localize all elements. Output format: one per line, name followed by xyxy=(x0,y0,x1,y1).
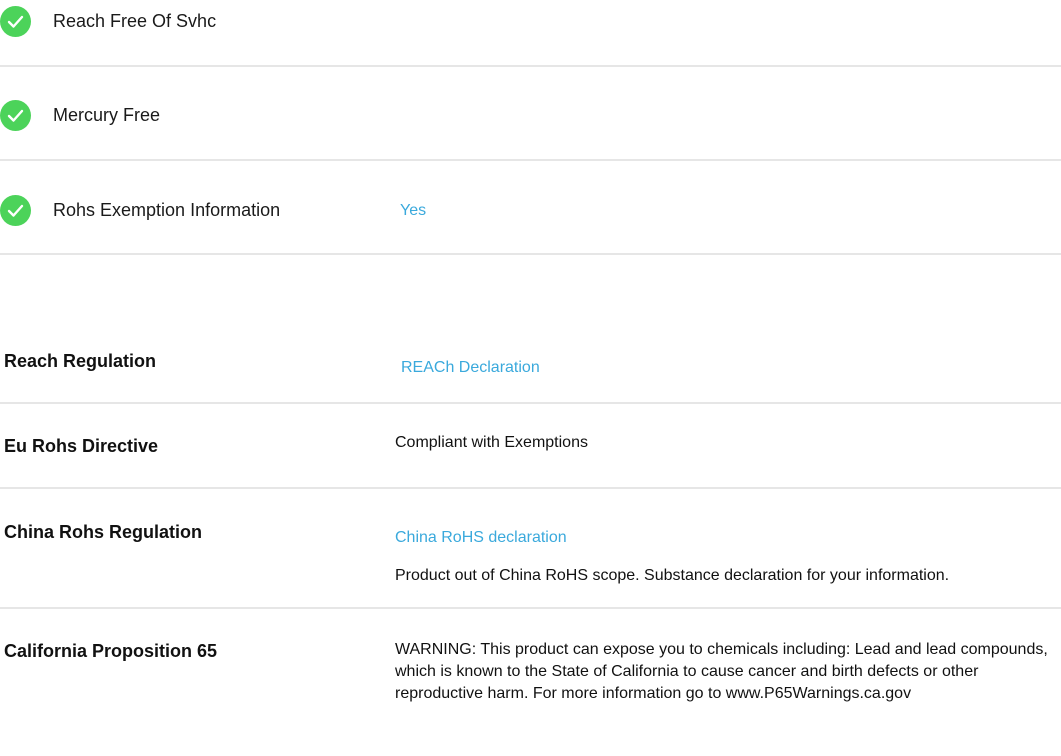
compliance-item-label: Reach Free Of Svhc xyxy=(53,11,217,31)
eu-rohs-status: Compliant with Exemptions xyxy=(395,434,588,451)
china-rohs-regulation-label: China Rohs Regulation xyxy=(4,522,202,542)
reach-regulation-label: Reach Regulation xyxy=(4,351,157,371)
divider xyxy=(0,402,1061,404)
check-circle-icon xyxy=(0,6,31,37)
compliance-page: Reach Free Of Svhc Mercury Free Rohs Exe… xyxy=(0,0,1061,756)
compliance-item-rohs-exemption-information: Rohs Exemption Information Yes xyxy=(0,195,1061,235)
compliance-item-label: Rohs Exemption Information xyxy=(53,200,281,220)
reach-declaration-link[interactable]: REACh Declaration xyxy=(401,359,540,377)
divider xyxy=(0,65,1061,67)
divider xyxy=(0,159,1061,161)
prop65-warning-text: WARNING: This product can expose you to … xyxy=(395,641,1048,702)
eu-rohs-directive-label: Eu Rohs Directive xyxy=(4,436,159,456)
california-proposition-65-label: California Proposition 65 xyxy=(4,641,218,661)
divider xyxy=(0,487,1061,489)
divider xyxy=(0,607,1061,609)
rohs-exemption-value-link[interactable]: Yes xyxy=(400,202,426,220)
china-rohs-declaration-link[interactable]: China RoHS declaration xyxy=(395,529,567,547)
china-rohs-scope-note: Product out of China RoHS scope. Substan… xyxy=(395,567,950,584)
compliance-item-reach-free-of-svhc: Reach Free Of Svhc xyxy=(0,6,1061,46)
compliance-item-mercury-free: Mercury Free xyxy=(0,100,1061,140)
compliance-item-label: Mercury Free xyxy=(53,105,161,125)
check-circle-icon xyxy=(0,100,31,131)
divider xyxy=(0,253,1061,255)
check-circle-icon xyxy=(0,195,31,226)
